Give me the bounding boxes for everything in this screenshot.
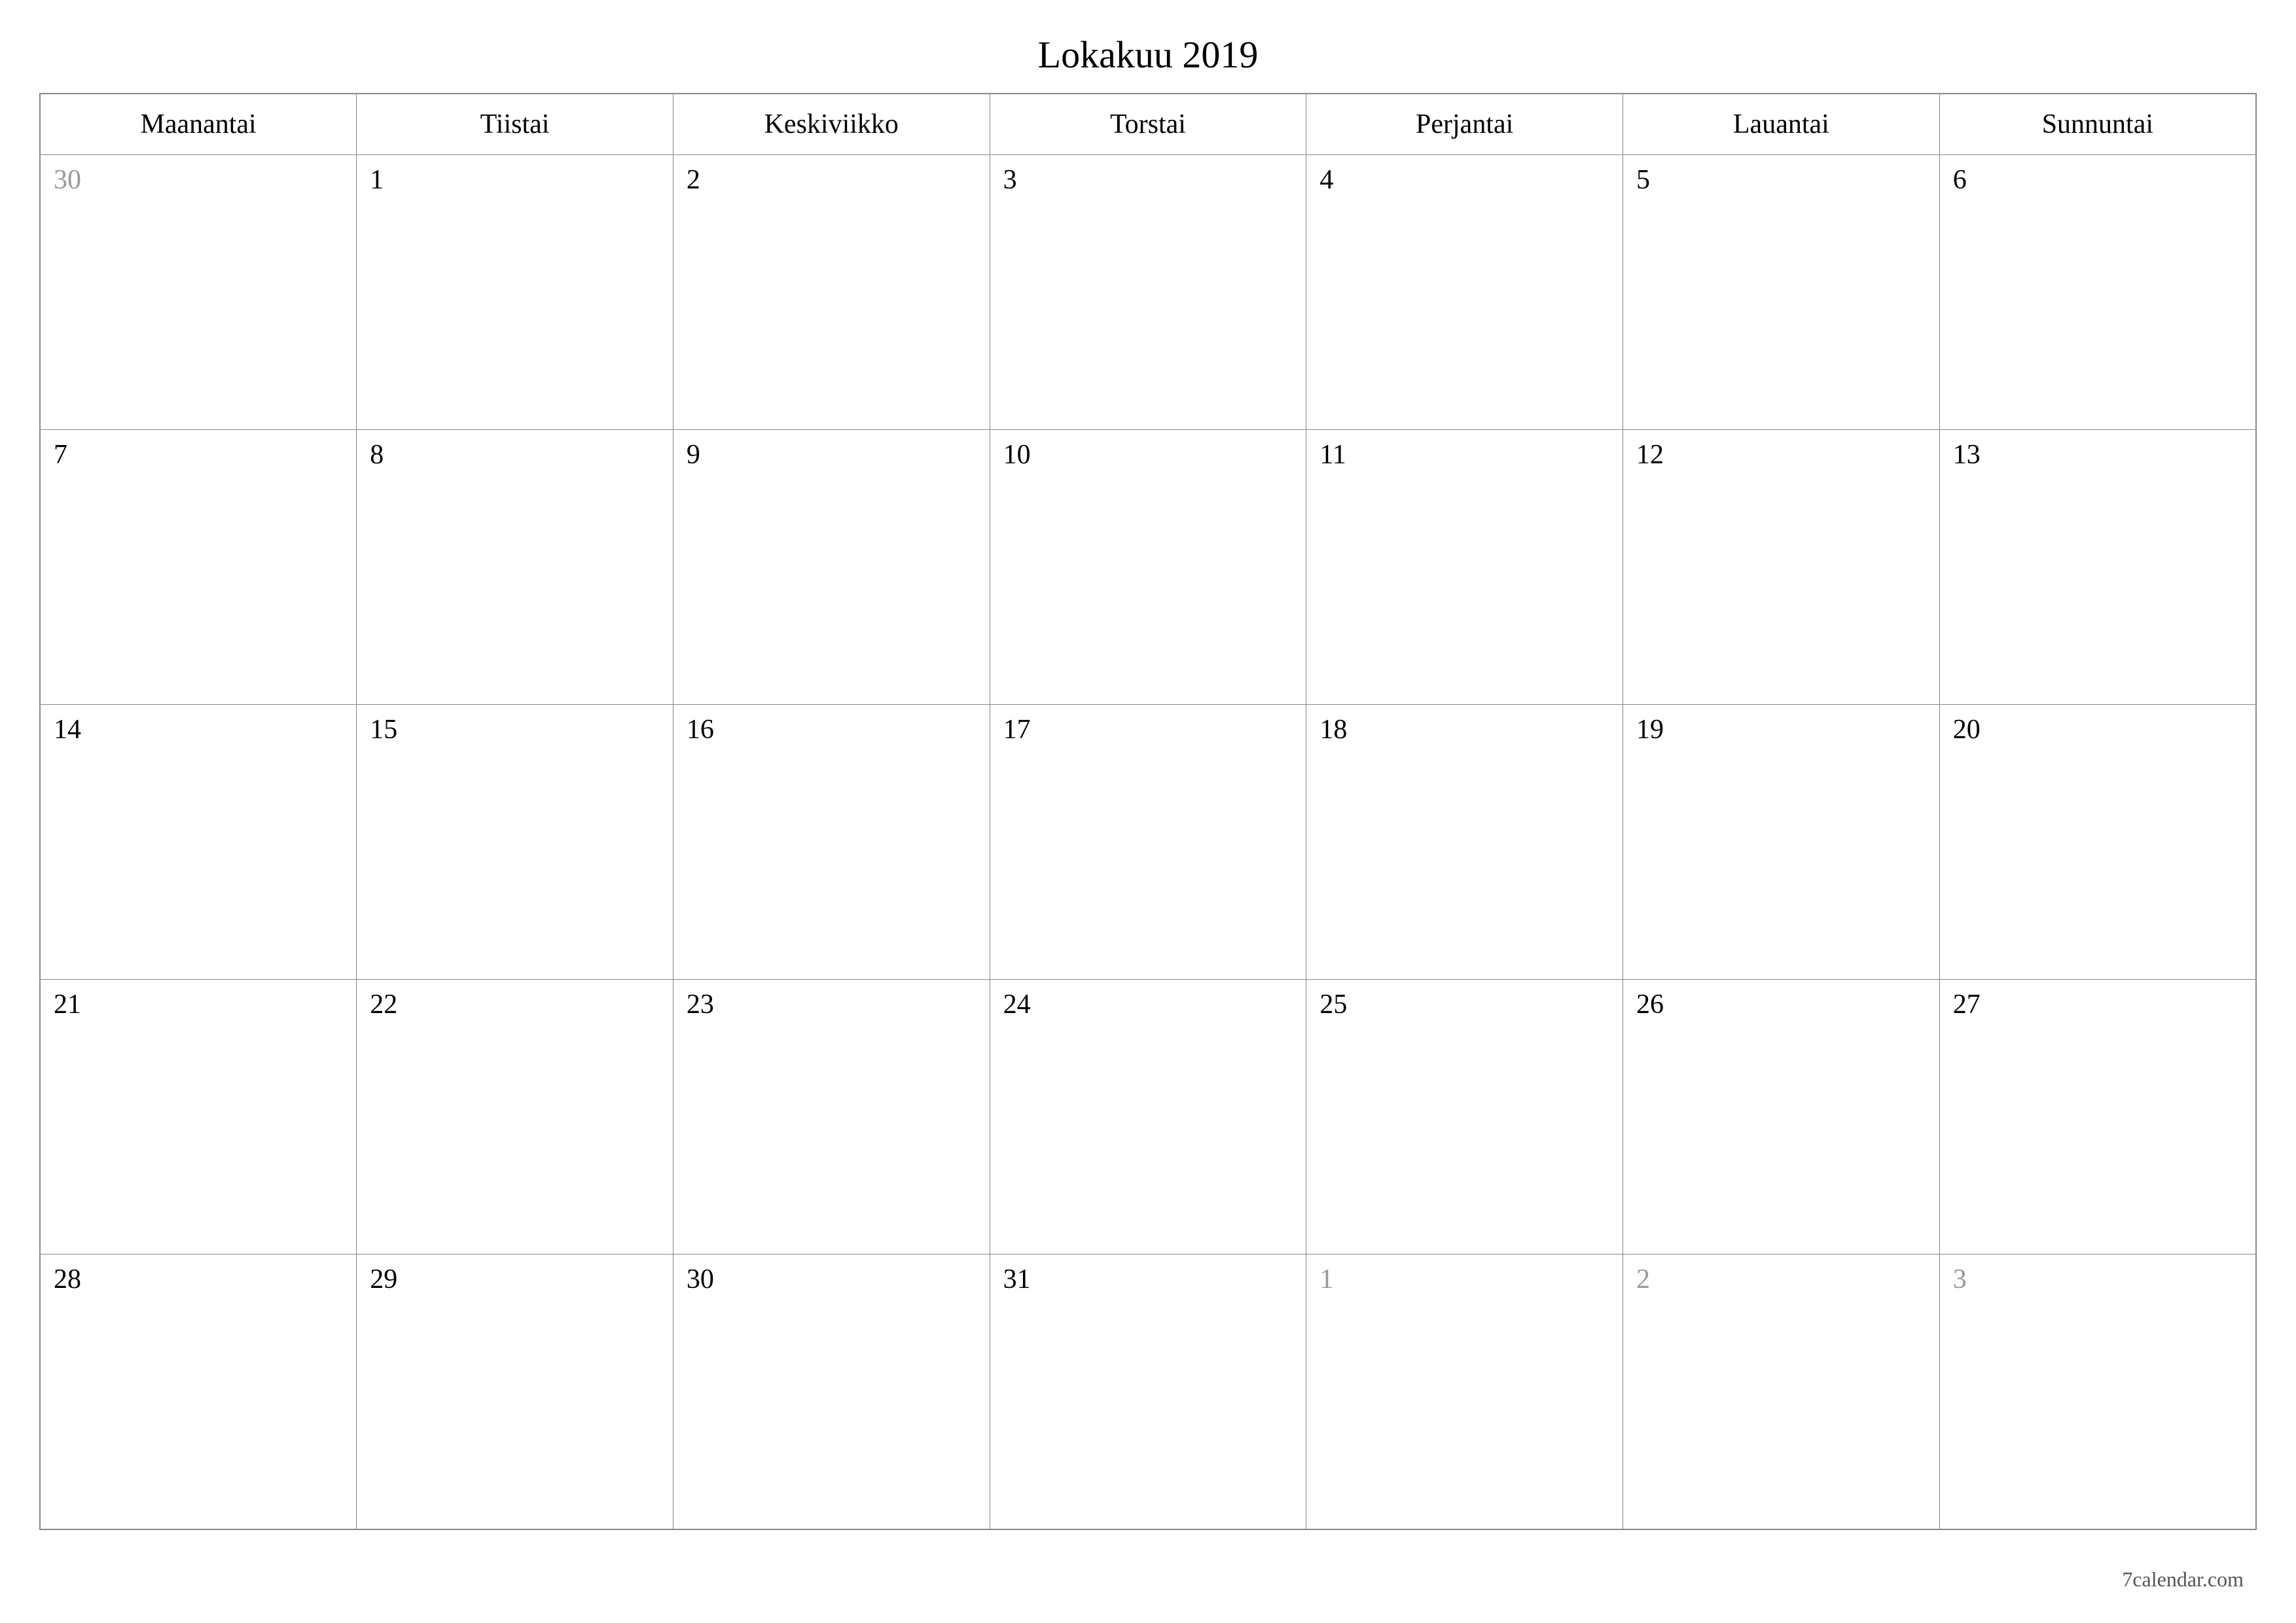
calendar-week-row: 30 1 2 3 4 5 6 xyxy=(40,155,2256,430)
weekday-header-row: Maanantai Tiistai Keskiviikko Torstai Pe… xyxy=(40,94,2256,155)
calendar-day-cell: 18 xyxy=(1306,705,1623,980)
calendar-day-cell: 1 xyxy=(1306,1255,1623,1529)
watermark-text: 7calendar.com xyxy=(2122,1567,2244,1592)
calendar-day-cell: 13 xyxy=(1939,430,2256,705)
calendar-day-cell: 28 xyxy=(40,1255,357,1529)
weekday-header: Torstai xyxy=(990,94,1306,155)
calendar-day-cell: 5 xyxy=(1623,155,1940,430)
calendar-day-cell: 4 xyxy=(1306,155,1623,430)
calendar-day-cell: 1 xyxy=(357,155,673,430)
calendar-day-cell: 14 xyxy=(40,705,357,980)
calendar-day-cell: 8 xyxy=(357,430,673,705)
calendar-day-cell: 11 xyxy=(1306,430,1623,705)
calendar-title: Lokakuu 2019 xyxy=(39,33,2257,77)
calendar-day-cell: 19 xyxy=(1623,705,1940,980)
calendar-week-row: 21 22 23 24 25 26 27 xyxy=(40,980,2256,1255)
calendar-day-cell: 30 xyxy=(673,1255,990,1529)
calendar-day-cell: 6 xyxy=(1939,155,2256,430)
calendar-week-row: 28 29 30 31 1 2 3 xyxy=(40,1255,2256,1529)
calendar-day-cell: 24 xyxy=(990,980,1306,1255)
calendar-day-cell: 27 xyxy=(1939,980,2256,1255)
calendar-week-row: 7 8 9 10 11 12 13 xyxy=(40,430,2256,705)
calendar-day-cell: 17 xyxy=(990,705,1306,980)
calendar-day-cell: 12 xyxy=(1623,430,1940,705)
calendar-day-cell: 15 xyxy=(357,705,673,980)
calendar-day-cell: 25 xyxy=(1306,980,1623,1255)
calendar-day-cell: 20 xyxy=(1939,705,2256,980)
weekday-header: Perjantai xyxy=(1306,94,1623,155)
weekday-header: Keskiviikko xyxy=(673,94,990,155)
weekday-header: Maanantai xyxy=(40,94,357,155)
calendar-body: 30 1 2 3 4 5 6 7 8 9 10 11 12 13 14 15 1… xyxy=(40,155,2256,1529)
calendar-day-cell: 26 xyxy=(1623,980,1940,1255)
calendar-day-cell: 21 xyxy=(40,980,357,1255)
calendar-week-row: 14 15 16 17 18 19 20 xyxy=(40,705,2256,980)
calendar-day-cell: 29 xyxy=(357,1255,673,1529)
calendar-day-cell: 7 xyxy=(40,430,357,705)
calendar-day-cell: 3 xyxy=(990,155,1306,430)
calendar-day-cell: 16 xyxy=(673,705,990,980)
calendar-day-cell: 30 xyxy=(40,155,357,430)
calendar-day-cell: 23 xyxy=(673,980,990,1255)
calendar-day-cell: 3 xyxy=(1939,1255,2256,1529)
calendar-day-cell: 2 xyxy=(1623,1255,1940,1529)
calendar-day-cell: 22 xyxy=(357,980,673,1255)
weekday-header: Lauantai xyxy=(1623,94,1940,155)
calendar-day-cell: 2 xyxy=(673,155,990,430)
calendar-day-cell: 31 xyxy=(990,1255,1306,1529)
calendar-grid: Maanantai Tiistai Keskiviikko Torstai Pe… xyxy=(39,93,2257,1530)
calendar-day-cell: 9 xyxy=(673,430,990,705)
weekday-header: Sunnuntai xyxy=(1939,94,2256,155)
weekday-header: Tiistai xyxy=(357,94,673,155)
calendar-day-cell: 10 xyxy=(990,430,1306,705)
